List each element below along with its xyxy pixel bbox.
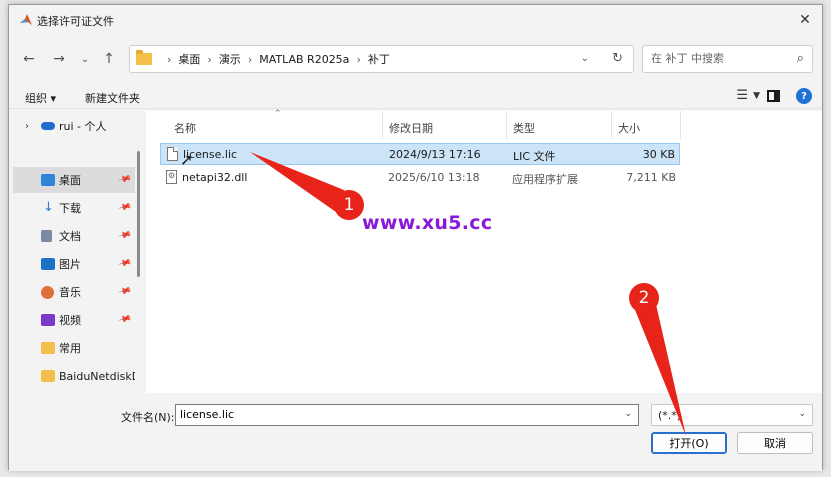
annotation-badge-1: 1 <box>334 190 364 220</box>
annotation-arrows <box>250 152 686 436</box>
annotation-arrow-1 <box>250 152 344 212</box>
annotation-badge-2: 2 <box>629 283 659 313</box>
annotation-arrow-2 <box>631 300 686 436</box>
watermark-text: www.xu5.cc <box>362 212 493 234</box>
